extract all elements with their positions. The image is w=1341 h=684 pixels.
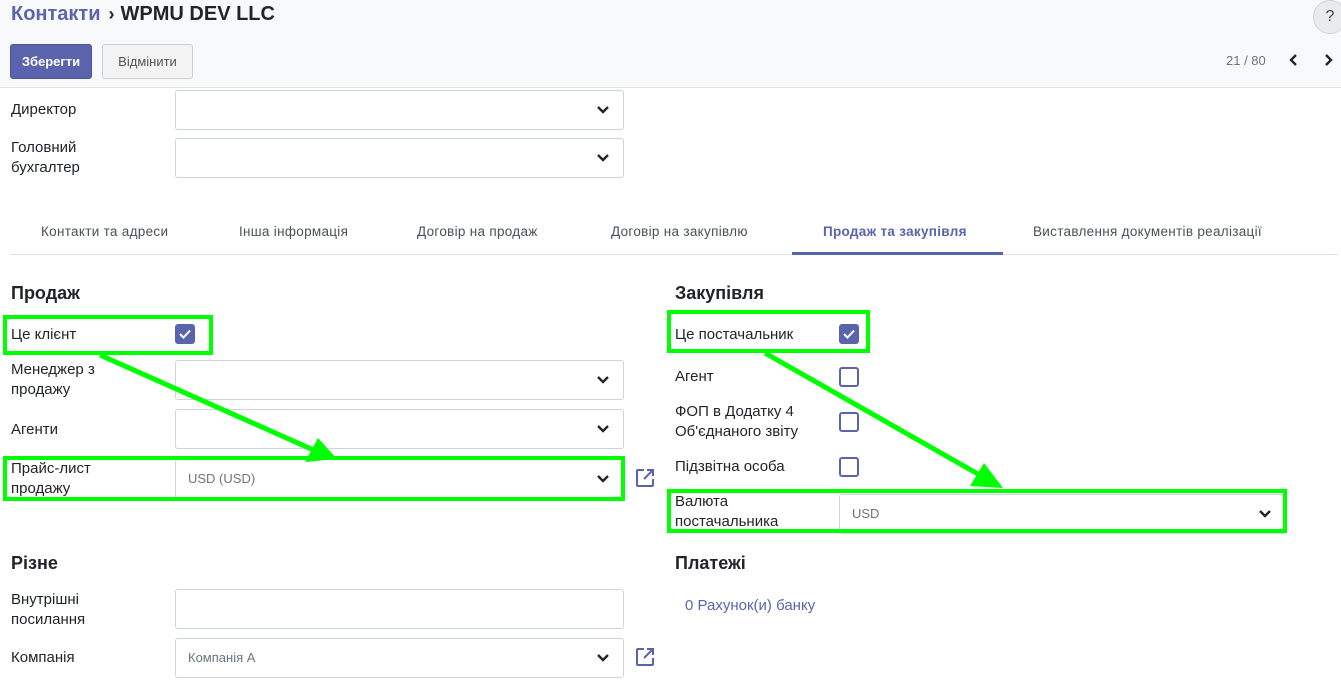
agent-checkbox[interactable] xyxy=(839,367,859,387)
misc-heading: Різне xyxy=(11,553,58,573)
fop-checkbox[interactable] xyxy=(839,412,859,432)
sales-manager-select[interactable] xyxy=(175,360,624,400)
save-button[interactable]: Зберегти xyxy=(10,44,92,79)
is-vendor-checkbox[interactable] xyxy=(839,324,859,344)
tab-sales-contract[interactable]: Договір на продаж xyxy=(417,224,538,239)
legal-entity-label: Підзвітна особа xyxy=(675,458,785,475)
tab-other-info[interactable]: Інша інформація xyxy=(239,224,348,239)
vendor-currency-select[interactable]: USD xyxy=(839,494,1286,534)
is-vendor-label: Це постачальник xyxy=(675,326,794,343)
pricelist-select[interactable]: USD (USD) xyxy=(175,459,624,499)
bank-accounts-link[interactable]: 0 Рахунок(и) банку xyxy=(685,597,815,614)
chevron-right-icon xyxy=(1325,54,1333,66)
breadcrumb: Контакти › WPMU DEV LLC xyxy=(11,3,275,26)
agents-label: Агенти xyxy=(11,421,59,438)
company-label: Компанія xyxy=(11,649,75,666)
tab-purchase-contract[interactable]: Договір на закупівлю xyxy=(611,224,748,239)
director-label: Директор xyxy=(11,101,77,118)
help-button[interactable]: ? xyxy=(1313,0,1341,34)
chevron-down-icon xyxy=(597,425,609,433)
breadcrumb-contacts-link[interactable]: Контакти xyxy=(11,3,101,26)
checkmark-icon xyxy=(843,329,855,339)
tab-invoicing-documents[interactable]: Виставлення документів реалізації xyxy=(1033,224,1262,239)
legal-entity-checkbox[interactable] xyxy=(839,457,859,477)
active-tab-indicator xyxy=(792,252,1003,255)
tab-contacts-addresses[interactable]: Контакти та адреси xyxy=(41,224,168,239)
internal-ref-label: Внутрішні посилання xyxy=(11,591,86,628)
cancel-button[interactable]: Відмінити xyxy=(102,44,193,79)
internal-ref-input[interactable] xyxy=(175,589,624,629)
pager-value[interactable]: 21 / 80 xyxy=(1226,53,1266,68)
chevron-down-icon xyxy=(597,154,609,162)
external-link-icon[interactable] xyxy=(634,467,656,489)
pricelist-value: USD (USD) xyxy=(188,471,256,486)
tab-sales-purchase[interactable]: Продаж та закупівля xyxy=(823,224,967,239)
agent-label: Агент xyxy=(675,368,714,385)
is-customer-label: Це клієнт xyxy=(11,326,77,343)
payments-heading: Платежі xyxy=(675,553,746,573)
breadcrumb-current: WPMU DEV LLC xyxy=(120,3,275,25)
pricelist-label: Прайс-лист продажу xyxy=(11,460,91,497)
external-link-icon[interactable] xyxy=(634,646,656,668)
notebook-tabs: Контакти та адреси Інша інформація Догов… xyxy=(10,214,1338,255)
sales-heading: Продаж xyxy=(11,283,80,303)
pager-previous-button[interactable] xyxy=(1284,49,1304,71)
chevron-down-icon xyxy=(1259,510,1271,518)
chief-accountant-select[interactable] xyxy=(175,138,624,178)
chevron-down-icon xyxy=(597,654,609,662)
chevron-left-icon xyxy=(1289,54,1297,66)
chevron-down-icon xyxy=(597,376,609,384)
breadcrumb-separator: › xyxy=(108,4,115,24)
chief-accountant-label: Головний бухгалтер xyxy=(11,139,80,176)
chevron-down-icon xyxy=(597,106,609,114)
director-select[interactable] xyxy=(175,90,624,130)
purchase-heading: Закупівля xyxy=(675,283,764,303)
vendor-currency-label: Валюта постачальника xyxy=(675,493,779,530)
checkmark-icon xyxy=(179,329,191,339)
is-customer-checkbox[interactable] xyxy=(175,324,195,344)
company-value: Компанія А xyxy=(188,650,256,665)
pager-next-button[interactable] xyxy=(1318,49,1338,71)
chevron-down-icon xyxy=(597,475,609,483)
vendor-currency-value: USD xyxy=(852,506,880,521)
agents-select[interactable] xyxy=(175,409,624,449)
fop-label: ФОП в Додатку 4 Об'єднаного звіту xyxy=(675,403,799,440)
company-select[interactable]: Компанія А xyxy=(175,638,624,678)
sales-manager-label: Менеджер з продажу xyxy=(11,361,95,398)
